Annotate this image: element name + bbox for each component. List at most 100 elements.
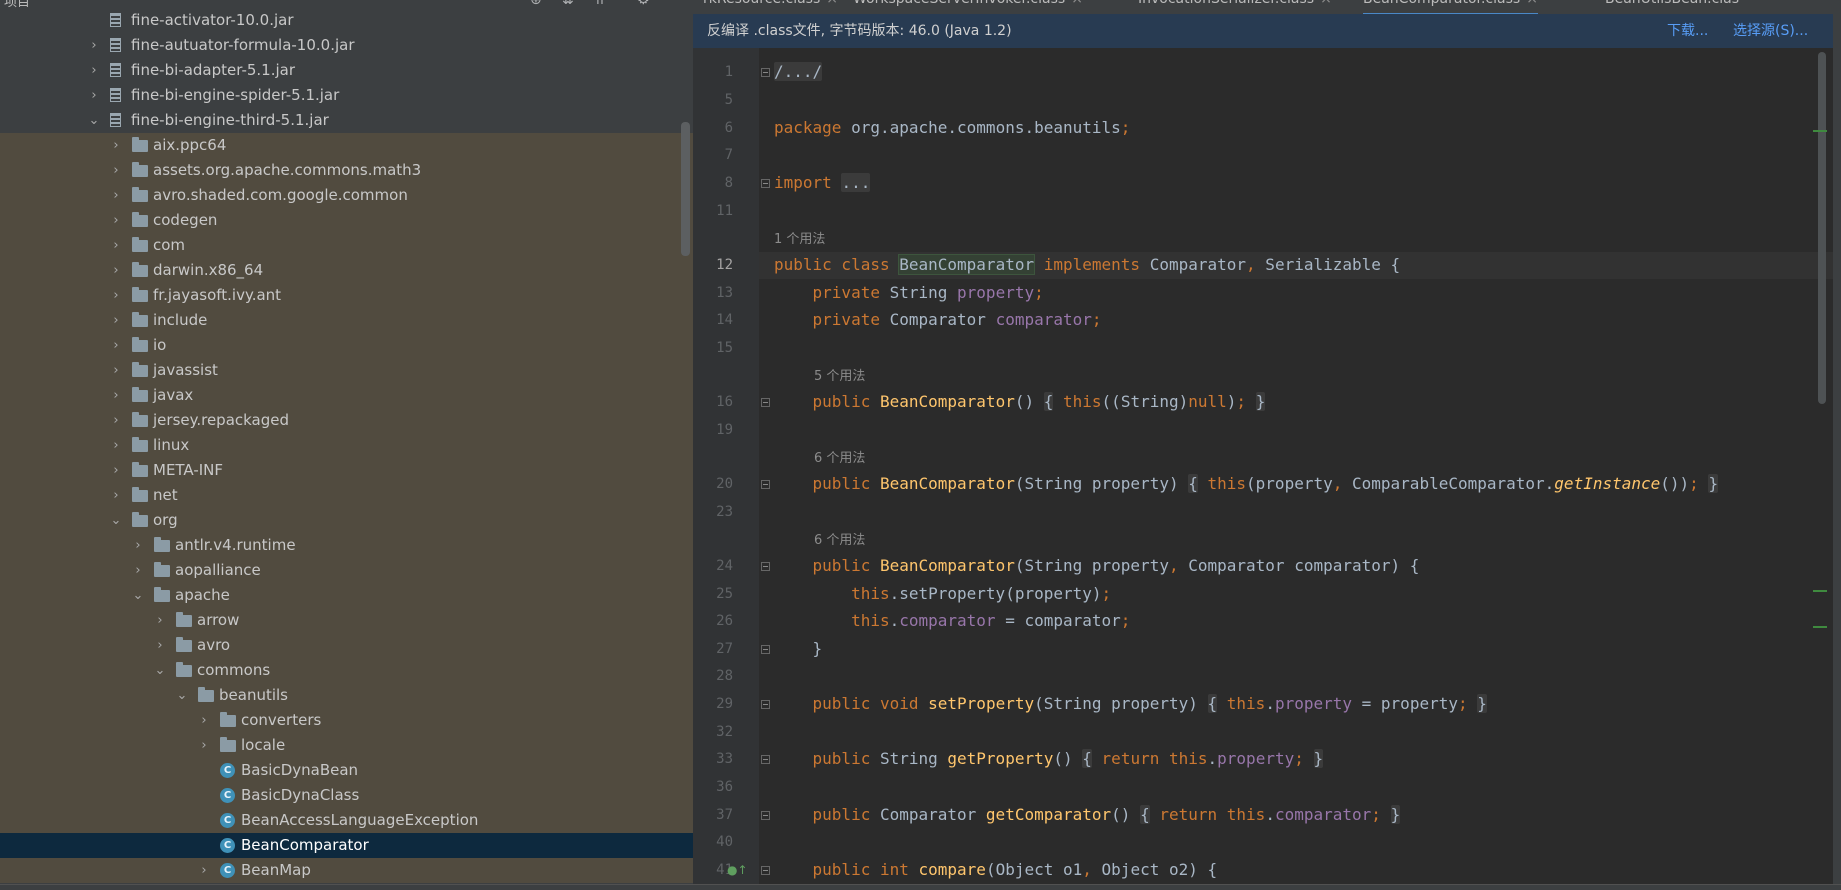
tree-item[interactable]: › fine-bi-adapter-5.1.jar: [0, 58, 693, 83]
chevron-right-icon[interactable]: ›: [88, 83, 100, 108]
usage-hint[interactable]: 6 个用法: [814, 447, 865, 466]
editor-tab[interactable]: BeanComparator.class ×: [1363, 0, 1538, 14]
code-line[interactable]: public BeanComparator() { this((String)n…: [774, 392, 1266, 411]
chevron-right-icon[interactable]: ›: [110, 283, 122, 308]
tree-item[interactable]: › avro: [0, 633, 693, 658]
tree-item[interactable]: › fine-bi-engine-spider-5.1.jar: [0, 83, 693, 108]
chevron-right-icon[interactable]: ›: [110, 408, 122, 433]
chevron-right-icon[interactable]: ›: [198, 708, 210, 733]
tree-item[interactable]: › javax: [0, 383, 693, 408]
fold-toggle-icon[interactable]: [761, 700, 770, 709]
tree-item[interactable]: › jersey.repackaged: [0, 408, 693, 433]
editor-tab[interactable]: WorkspaceServerInvoker.class ×: [853, 0, 1083, 13]
tree-item[interactable]: › fr.jayasoft.ivy.ant: [0, 283, 693, 308]
editor-tab[interactable]: InvocationSerializer.class ×: [1138, 0, 1332, 13]
choose-source-link[interactable]: 选择源(S)...: [1733, 14, 1808, 48]
chevron-right-icon[interactable]: ›: [110, 458, 122, 483]
editor-tab[interactable]: BeanUtilsBean.clas: [1605, 0, 1739, 13]
chevron-right-icon[interactable]: ›: [110, 358, 122, 383]
tree-item[interactable]: › javassist: [0, 358, 693, 383]
tree-item[interactable]: fine-activator-10.0.jar: [0, 8, 693, 33]
tree-item[interactable]: › com: [0, 233, 693, 258]
tree-item[interactable]: › darwin.x86_64: [0, 258, 693, 283]
tree-item[interactable]: › io: [0, 333, 693, 358]
chevron-right-icon[interactable]: ›: [110, 158, 122, 183]
chevron-right-icon[interactable]: ›: [198, 858, 210, 883]
tree-item[interactable]: › include: [0, 308, 693, 333]
close-icon[interactable]: ×: [826, 0, 838, 7]
tree-item[interactable]: › arrow: [0, 608, 693, 633]
chevron-right-icon[interactable]: ›: [154, 608, 166, 633]
tree-item[interactable]: ⌄ commons: [0, 658, 693, 683]
chevron-down-icon[interactable]: ⌄: [154, 658, 166, 683]
fold-toggle-icon[interactable]: [761, 68, 770, 77]
gear-icon[interactable]: ⚙: [637, 0, 650, 8]
tree-item[interactable]: › converters: [0, 708, 693, 733]
code-line[interactable]: private Comparator comparator;: [774, 310, 1102, 329]
chevron-down-icon[interactable]: ⌄: [176, 683, 188, 708]
chevron-right-icon[interactable]: ›: [110, 233, 122, 258]
code-line[interactable]: public class BeanComparator implements C…: [774, 254, 1400, 275]
chevron-right-icon[interactable]: ›: [110, 258, 122, 283]
editor-tab[interactable]: rkResource.class ×: [703, 0, 838, 13]
code-line[interactable]: public BeanComparator(String property, C…: [774, 556, 1420, 575]
tree-item[interactable]: › C BeanMap: [0, 858, 693, 883]
fold-toggle-icon[interactable]: [761, 562, 770, 571]
close-icon[interactable]: ×: [1526, 0, 1538, 7]
fold-toggle-icon[interactable]: [761, 755, 770, 764]
tree-scrollbar[interactable]: [681, 122, 690, 256]
chevron-right-icon[interactable]: ›: [110, 483, 122, 508]
download-link[interactable]: 下载...: [1667, 14, 1708, 48]
tree-item[interactable]: › net: [0, 483, 693, 508]
code-line[interactable]: }: [774, 639, 823, 658]
usage-hint[interactable]: 5 个用法: [814, 365, 865, 384]
implements-method-icon[interactable]: ●↑: [727, 863, 748, 877]
tree-item[interactable]: ⌄ fine-bi-engine-third-5.1.jar: [0, 108, 693, 133]
tree-item[interactable]: C BeanAccessLanguageException: [0, 808, 693, 833]
chevron-right-icon[interactable]: ›: [88, 58, 100, 83]
tree-item[interactable]: ⌄ beanutils: [0, 683, 693, 708]
tree-item[interactable]: › aopalliance: [0, 558, 693, 583]
usage-hint[interactable]: 6 个用法: [814, 529, 865, 548]
chevron-down-icon[interactable]: ⌄: [110, 508, 122, 533]
code-line[interactable]: public BeanComparator(String property) {…: [774, 474, 1719, 493]
chevron-down-icon[interactable]: ⌄: [88, 108, 100, 133]
close-icon[interactable]: ×: [1071, 0, 1083, 7]
tree-item[interactable]: ⌄ apache: [0, 583, 693, 608]
chevron-right-icon[interactable]: ›: [110, 133, 122, 158]
tree-item[interactable]: C BasicDynaBean: [0, 758, 693, 783]
code-line[interactable]: public String getProperty() { return thi…: [774, 749, 1324, 768]
fold-toggle-icon[interactable]: [761, 179, 770, 188]
tree-item[interactable]: › locale: [0, 733, 693, 758]
fold-toggle-icon[interactable]: [761, 866, 770, 875]
chevron-right-icon[interactable]: ›: [132, 533, 144, 558]
locate-icon[interactable]: ⊕: [530, 0, 542, 8]
chevron-right-icon[interactable]: ›: [110, 208, 122, 233]
tree-item[interactable]: › antlr.v4.runtime: [0, 533, 693, 558]
tree-item[interactable]: › avro.shaded.com.google.common: [0, 183, 693, 208]
chevron-right-icon[interactable]: ›: [154, 633, 166, 658]
code-line[interactable]: public Comparator getComparator() { retu…: [774, 805, 1401, 824]
chevron-right-icon[interactable]: ›: [132, 558, 144, 583]
tree-item[interactable]: › assets.org.apache.commons.math3: [0, 158, 693, 183]
code-line[interactable]: this.setProperty(property);: [774, 584, 1111, 603]
code-line[interactable]: public int compare(Object o1, Object o2)…: [774, 860, 1218, 879]
expand-all-icon[interactable]: ⇊: [562, 0, 574, 8]
chevron-down-icon[interactable]: ⌄: [132, 583, 144, 608]
collapse-all-icon[interactable]: ⇈: [594, 0, 606, 8]
tree-item[interactable]: C BeanComparator: [0, 833, 693, 858]
chevron-right-icon[interactable]: ›: [88, 33, 100, 58]
tree-item[interactable]: › META-INF: [0, 458, 693, 483]
fold-toggle-icon[interactable]: [761, 645, 770, 654]
chevron-right-icon[interactable]: ›: [110, 308, 122, 333]
chevron-right-icon[interactable]: ›: [110, 183, 122, 208]
usage-hint[interactable]: 1 个用法: [774, 228, 825, 247]
chevron-right-icon[interactable]: ›: [110, 383, 122, 408]
tree-item[interactable]: › codegen: [0, 208, 693, 233]
fold-toggle-icon[interactable]: [761, 398, 770, 407]
editor-scrollbar[interactable]: [1818, 52, 1826, 404]
code-line[interactable]: import ...: [774, 173, 871, 192]
tree-item[interactable]: ⌄ org: [0, 508, 693, 533]
fold-toggle-icon[interactable]: [761, 811, 770, 820]
tree-item[interactable]: C BasicDynaClass: [0, 783, 693, 808]
